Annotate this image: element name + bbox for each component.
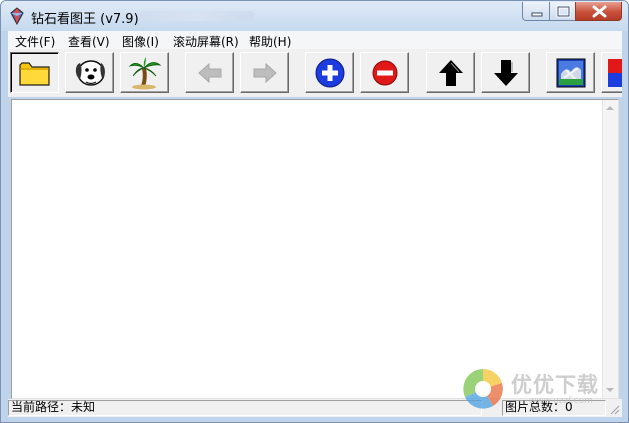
menu-help[interactable]: 帮助(H) [249,33,291,50]
scroll-down-arrow[interactable] [606,388,614,392]
menu-image[interactable]: 图像(I) [122,33,159,50]
scroll-down-button[interactable] [481,52,530,93]
palm-tree-icon [128,56,161,89]
arrow-left-icon [197,62,221,83]
toolbar [8,49,622,97]
status-bar: 当前路径：未知 图片总数：0 [8,399,622,417]
window-title: 钻石看图王 (v7.9) [31,12,139,27]
open-folder-button[interactable] [10,52,59,93]
arrow-down-icon [493,59,518,86]
previous-button[interactable] [185,52,234,93]
vertical-scrollbar[interactable] [602,100,618,398]
minimize-icon [531,12,543,17]
dog-icon [75,59,105,86]
zoom-out-button[interactable] [360,52,409,93]
status-path: 当前路径：未知 [8,400,482,416]
color-button[interactable] [601,52,622,93]
maximize-icon [556,5,571,18]
image-view-area[interactable] [11,99,619,399]
title-bar[interactable]: 钻石看图王 (v7.9) [1,1,628,31]
zoom-in-icon [315,58,344,87]
menu-file[interactable]: 文件(F) [15,33,55,50]
close-button[interactable] [575,2,622,21]
menu-scroll-screen[interactable]: 滚动屏幕(R) [173,33,239,50]
image-preview-button[interactable] [546,52,595,93]
menu-bar: 文件(F) 查看(V) 图像(I) 滚动屏幕(R) 帮助(H) [8,31,622,49]
app-window: 钻石看图王 (v7.9) 文件(F) 查看(V) 图像(I) 滚动屏幕(R) 帮… [0,0,629,423]
browse-button[interactable] [65,52,114,93]
arrow-up-icon [438,59,463,86]
status-image-count: 图片总数：0 [502,400,606,416]
scroll-up-arrow[interactable] [606,106,614,110]
zoom-in-button[interactable] [305,52,354,93]
zoom-out-icon [372,60,397,85]
image-preview-icon [556,58,585,87]
scroll-up-button[interactable] [426,52,475,93]
next-button[interactable] [240,52,289,93]
folder-icon [18,61,50,86]
color-icon [608,58,622,87]
resize-grip-icon[interactable] [608,403,620,415]
menu-view[interactable]: 查看(V) [68,33,110,50]
slideshow-button[interactable] [120,52,169,93]
app-icon [10,7,24,25]
minimize-button[interactable] [522,2,550,21]
blurred-title-suffix [139,11,254,21]
close-icon [592,5,607,18]
arrow-right-icon [253,62,277,83]
maximize-button[interactable] [549,2,576,21]
